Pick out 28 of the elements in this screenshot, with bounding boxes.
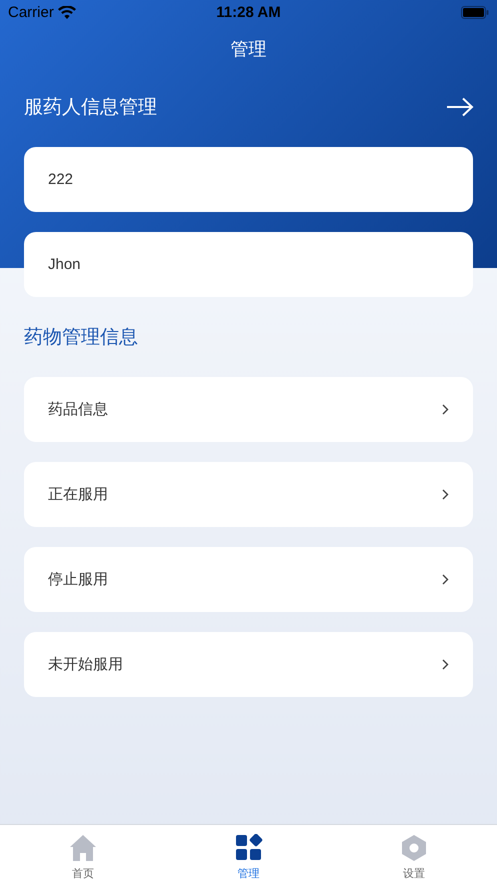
chevron-icon [442, 659, 449, 670]
item-label: 药品信息 [48, 400, 108, 419]
tab[interactable]: 设置 [331, 825, 497, 883]
section-title: 药物管理信息 [24, 325, 138, 350]
grid-icon [234, 834, 262, 862]
item-label: 正在服用 [48, 485, 108, 504]
hexagon-icon [400, 834, 428, 862]
tab[interactable]: 首页 [0, 825, 166, 883]
home-icon [68, 834, 97, 862]
arrow-icon[interactable] [446, 97, 474, 117]
list-item[interactable]: 停止服用 [24, 547, 473, 612]
page-title: 管理 [230, 38, 266, 62]
wifi-icon [58, 6, 76, 19]
item-label: 停止服用 [48, 570, 108, 589]
list-item[interactable]: 正在服用 [24, 462, 473, 527]
input-field[interactable]: Jhon [24, 232, 473, 297]
list-item[interactable]: 未开始服用 [24, 632, 473, 697]
section-title: 服药人信息管理 [24, 95, 157, 120]
input-field[interactable]: 222 [24, 147, 473, 212]
status-time: 11:28 AM [216, 4, 281, 21]
chevron-icon [442, 489, 449, 500]
battery-icon [461, 6, 490, 19]
item-label: 未开始服用 [48, 655, 123, 674]
tab[interactable]: 管理 [166, 825, 332, 883]
chevron-icon [442, 404, 449, 415]
chevron-icon [442, 574, 449, 585]
list-item[interactable]: 药品信息 [24, 377, 473, 442]
carrier-label: Carrier [8, 4, 54, 21]
